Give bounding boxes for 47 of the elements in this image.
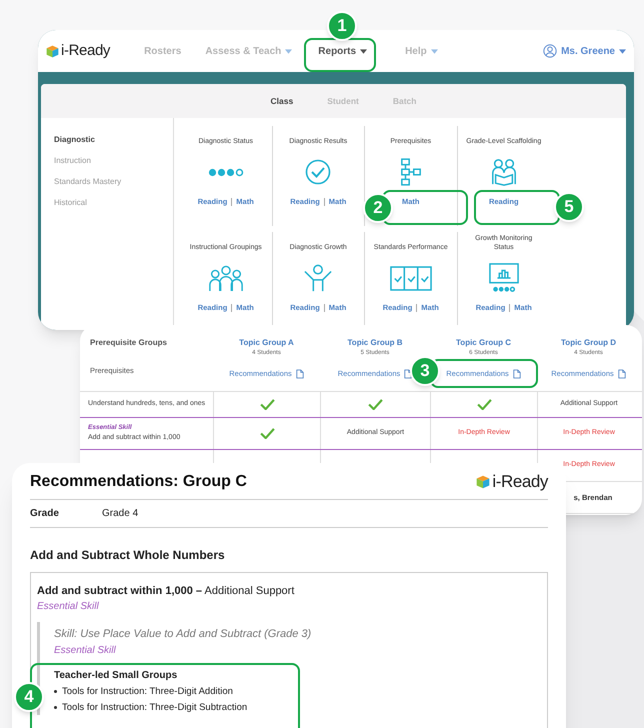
- group-name: Topic Group A: [239, 337, 294, 349]
- group-name: Topic Group B: [348, 337, 402, 349]
- activity-heading: Teacher-led Small Groups: [54, 668, 178, 682]
- logo-text: i-Ready: [61, 40, 110, 61]
- bar-chart-monitor-icon: [488, 263, 519, 293]
- document-icon: [618, 368, 626, 379]
- user-menu[interactable]: Ms. Greene: [543, 44, 626, 58]
- bullet-icon: [54, 706, 57, 710]
- document-icon: [296, 368, 304, 379]
- check-icon: [260, 428, 274, 439]
- report-tab[interactable]: Class: [270, 94, 294, 108]
- group-name: Topic Group C: [456, 337, 511, 349]
- checklist-panel-icon: [390, 266, 432, 290]
- sidebar-item[interactable]: Historical: [54, 197, 173, 209]
- subskill-heading: Skill: Use Place Value to Add and Subtract (Grade 3): [54, 627, 312, 642]
- check-circle-icon: [305, 159, 332, 185]
- grade-value: Grade 4: [102, 506, 138, 520]
- callout-badge: 1: [327, 11, 357, 41]
- caret-icon: [619, 48, 626, 54]
- sidebar-item[interactable]: Instruction: [54, 155, 173, 167]
- check-icon: [260, 399, 274, 410]
- section-heading: Add and Subtract Whole Numbers: [30, 546, 226, 564]
- group-of-people-icon: [208, 264, 243, 292]
- resource-item: Tools for Instruction: Three-Digit Subtraction: [62, 700, 248, 715]
- skill-heading: Add and subtract within 1,000 – Additional Support: [37, 584, 296, 598]
- document-icon: [512, 368, 521, 379]
- grade-label: Grade: [30, 506, 60, 520]
- essential-skill-tag: Essential Skill: [37, 599, 541, 614]
- cube-logo-icon: [476, 474, 490, 489]
- nav-item[interactable]: Reports: [306, 44, 380, 58]
- card-title: Recommendations: Group C: [30, 472, 247, 492]
- logo-text: i-Ready: [492, 471, 548, 493]
- check-icon: [368, 399, 383, 410]
- person-cheering-icon: [303, 264, 334, 292]
- cube-logo-icon: [46, 44, 59, 58]
- sidebar-item[interactable]: Standards Mastery: [54, 176, 173, 188]
- group-name: Topic Group D: [561, 337, 616, 349]
- sidebar-item[interactable]: Diagnostic: [54, 134, 173, 146]
- check-icon: [476, 399, 492, 410]
- progress-dots-icon: [208, 168, 244, 176]
- readers-icon: [490, 158, 518, 186]
- essential-skill-tag: Essential Skill: [54, 642, 541, 658]
- flowchart-icon: [400, 158, 422, 186]
- bullet-icon: [54, 690, 57, 694]
- user-icon: [543, 44, 558, 58]
- table-title: Prerequisite Groups: [90, 337, 168, 349]
- resource-item: Tools for Instruction: Three-Digit Addition: [62, 684, 233, 698]
